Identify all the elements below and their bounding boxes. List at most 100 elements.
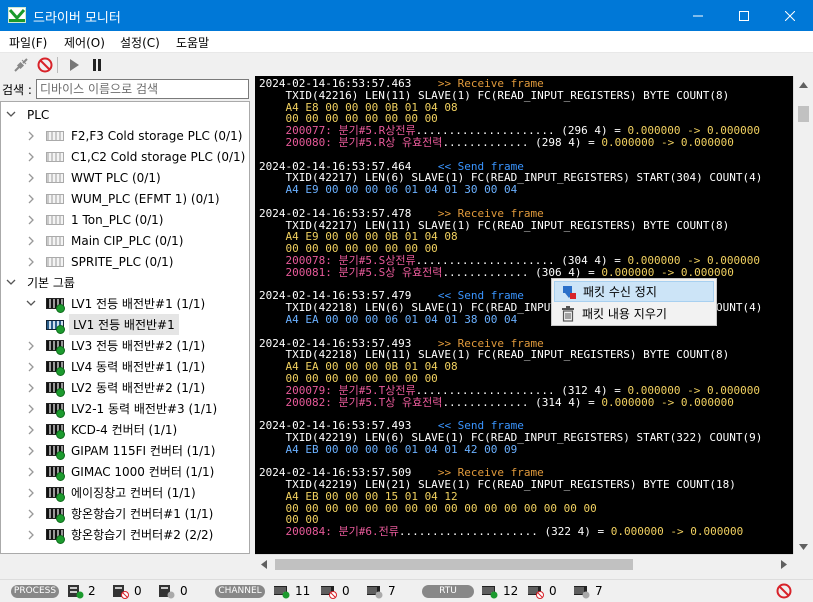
channel-ok-count: 11	[295, 584, 311, 598]
close-button[interactable]	[767, 0, 813, 31]
chevron-right-icon[interactable]	[25, 256, 37, 268]
rtu-ok-count: 12	[503, 584, 519, 598]
tree-node-label: WWT PLC (0/1)	[71, 170, 161, 185]
chevron-right-icon[interactable]	[25, 214, 37, 226]
tree-node[interactable]: C1,C2 Cold storage PLC (0/1)	[25, 146, 247, 167]
chevron-right-icon[interactable]	[25, 130, 37, 142]
tree-node[interactable]: LV3 전등 배전반#2 (1/1)	[25, 335, 207, 356]
tree-node-label: F2,F3 Cold storage PLC (0/1)	[71, 128, 243, 143]
chevron-right-icon[interactable]	[25, 403, 37, 415]
tree-node[interactable]: LV4 동력 배전반#1 (1/1)	[25, 356, 207, 377]
chevron-right-icon[interactable]	[25, 361, 37, 373]
tree-node[interactable]: GIMAC 1000 컨버터 (1/1)	[25, 461, 216, 482]
chevron-down-icon[interactable]	[5, 277, 17, 289]
tree-node[interactable]: Main CIP_PLC (0/1)	[25, 230, 185, 251]
tree-node[interactable]: 항온항습기 컨버터#1 (1/1)	[25, 503, 215, 524]
log-segment: 0.000000 -> 0.000000	[601, 265, 734, 279]
tree-folder-node[interactable]: 기본 그룹	[5, 272, 77, 293]
log-line: A4 EB 00 00 00 06 01 04 01 42 00 09	[259, 442, 794, 456]
process-error-count: 0	[134, 584, 142, 598]
log-segment: A4 EB 00 00 00 06 01 04 01 42 00 09	[259, 442, 518, 456]
tree-node[interactable]: LV1 전등 배전반#1	[45, 314, 179, 335]
chevron-right-icon[interactable]	[25, 424, 37, 436]
clear-packets-menu-item[interactable]: 패킷 내용 지우기	[554, 303, 714, 324]
channel-error-icon	[320, 583, 337, 599]
group-online-icon	[45, 422, 65, 439]
tree-node[interactable]: 항온항습기 컨버터#2 (2/2)	[25, 524, 215, 545]
packet-log-panel[interactable]: 2024-02-14-16:53:57.463 >> Receive frame…	[255, 76, 812, 554]
chevron-right-icon[interactable]	[25, 508, 37, 520]
tree-node[interactable]: F2,F3 Cold storage PLC (0/1)	[25, 125, 244, 146]
log-line: 200080: 분기#5.R상 유효전력............. (298 4…	[259, 137, 794, 149]
tree-node-label: Main CIP_PLC (0/1)	[71, 233, 184, 248]
tree-node[interactable]: LV1 전등 배전반#1 (1/1)	[25, 293, 207, 314]
chevron-right-icon[interactable]	[25, 445, 37, 457]
chevron-right-icon[interactable]	[25, 382, 37, 394]
tree-node[interactable]: WUM_PLC (EFMT 1) (0/1)	[25, 188, 222, 209]
group-online-icon	[45, 464, 65, 481]
no-entry-icon[interactable]	[36, 56, 54, 74]
tree-node-label: 1 Ton_PLC (0/1)	[71, 212, 164, 227]
chevron-right-icon[interactable]	[25, 529, 37, 541]
plc-icon	[45, 212, 65, 228]
minimize-button[interactable]	[675, 0, 721, 31]
tree-node[interactable]: GIPAM 115FI 컨버터 (1/1)	[25, 440, 217, 461]
log-segment: 0.000000 -> 0.000000	[601, 395, 734, 409]
chevron-right-icon[interactable]	[25, 193, 37, 205]
log-segment: 200080: 분기#5.R상 유효전력	[259, 135, 443, 149]
tree-node[interactable]: SPRITE_PLC (0/1)	[25, 251, 175, 272]
stop-receive-menu-item[interactable]: 패킷 수신 정지	[554, 281, 714, 302]
process-offline-icon	[158, 583, 175, 599]
tree-folder-node[interactable]: PLC	[5, 104, 51, 125]
menu-settings[interactable]: 설정(C)	[120, 34, 160, 51]
log-segment: A4 E9 00 00 00 06 01 04 01 30 00 04	[259, 183, 518, 197]
chevron-down-icon[interactable]	[25, 298, 37, 310]
log-segment: A4 EA 00 00 00 06 01 04 01 38 00 04	[259, 312, 518, 326]
menu-control[interactable]: 제어(O)	[64, 34, 105, 51]
log-vertical-scrollbar[interactable]	[793, 76, 812, 554]
horizontal-scroll-thumb[interactable]	[275, 559, 633, 570]
group-online-icon	[45, 380, 65, 397]
context-menu: 패킷 수신 정지 패킷 내용 지우기	[551, 278, 717, 326]
title-bar: 드라이버 모니터	[0, 0, 813, 31]
pause-icon[interactable]	[88, 56, 106, 74]
device-icon	[45, 317, 65, 334]
channel-badge: CHANNEL	[215, 585, 265, 598]
tree-node-label: LV3 전등 배전반#2 (1/1)	[71, 339, 206, 353]
menu-file[interactable]: 파일(F)	[9, 34, 47, 51]
group-online-icon	[45, 485, 65, 502]
maximize-button[interactable]	[721, 0, 767, 31]
chevron-right-icon[interactable]	[25, 340, 37, 352]
channel-offline-icon	[366, 583, 383, 599]
log-segment: 200082: 분기#5.T상 유효전력	[259, 395, 443, 409]
tree-node[interactable]: KCD-4 컨버터 (1/1)	[25, 419, 179, 440]
disconnect-plug-icon[interactable]	[12, 56, 30, 74]
log-line: 200082: 분기#5.T상 유효전력............. (314 4…	[259, 395, 794, 409]
group-online-icon	[45, 401, 65, 418]
chevron-right-icon[interactable]	[25, 151, 37, 163]
tree-node[interactable]: WWT PLC (0/1)	[25, 167, 163, 188]
chevron-right-icon[interactable]	[25, 172, 37, 184]
chevron-right-icon[interactable]	[25, 466, 37, 478]
log-horizontal-scrollbar[interactable]	[255, 554, 793, 573]
log-segment: ............. (306 4) =	[442, 265, 602, 279]
no-entry-status-icon[interactable]	[776, 583, 793, 599]
menu-help[interactable]: 도움말	[176, 34, 209, 51]
play-icon[interactable]	[65, 56, 83, 74]
group-online-icon	[45, 506, 65, 523]
group-online-icon	[45, 443, 65, 460]
chevron-down-icon[interactable]	[5, 109, 17, 121]
stop-receive-label: 패킷 수신 정지	[583, 285, 657, 299]
device-search-input[interactable]	[36, 79, 249, 99]
group-online-icon	[45, 527, 65, 544]
clear-packets-label: 패킷 내용 지우기	[582, 307, 667, 321]
vertical-scroll-thumb[interactable]	[798, 106, 809, 122]
tree-node[interactable]: LV2-1 동력 배전반#3 (1/1)	[25, 398, 219, 419]
tree-node-label: 에이징창고 컨버터 (1/1)	[71, 486, 196, 500]
tree-node[interactable]: 1 Ton_PLC (0/1)	[25, 209, 165, 230]
tree-node[interactable]: LV2 동력 배전반#2 (1/1)	[25, 377, 207, 398]
tree-node[interactable]: 에이징창고 컨버터 (1/1)	[25, 482, 198, 503]
plc-icon	[45, 191, 65, 207]
chevron-right-icon[interactable]	[25, 487, 37, 499]
chevron-right-icon[interactable]	[25, 235, 37, 247]
